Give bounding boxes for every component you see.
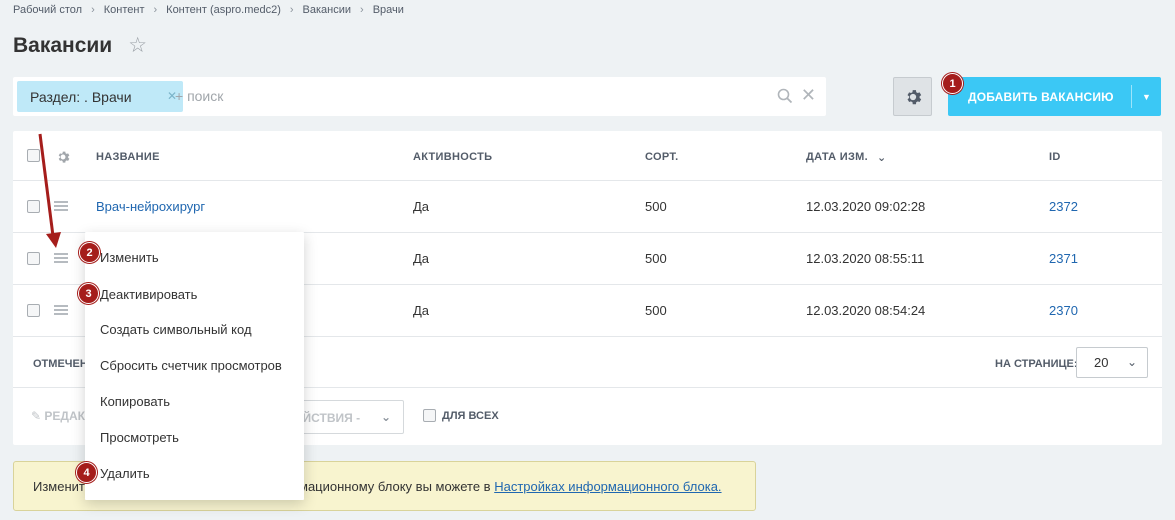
add-vacancy-label: ДОБАВИТЬ ВАКАНСИЮ — [968, 89, 1114, 104]
row-active: Да — [413, 251, 430, 266]
row-checkbox[interactable] — [27, 200, 40, 213]
annotation-badge: 4 — [76, 462, 97, 483]
row-context-menu: Изменить Деактивировать Создать символьн… — [85, 232, 304, 500]
for-all-toggle[interactable]: ДЛЯ ВСЕХ — [423, 409, 499, 422]
row-active: Да — [413, 303, 430, 318]
table-row[interactable]: Врач-нейрохирург Да 500 12.03.2020 09:02… — [13, 181, 1162, 233]
for-all-label: ДЛЯ ВСЕХ — [442, 409, 499, 422]
dropdown-arrow-icon[interactable]: ▼ — [1132, 92, 1161, 102]
row-sort: 500 — [645, 251, 667, 266]
row-date: 12.03.2020 08:54:24 — [806, 303, 926, 318]
chevron-down-icon[interactable]: ⌄ — [877, 151, 887, 164]
row-sort: 500 — [645, 199, 667, 214]
row-menu-icon[interactable] — [54, 201, 68, 211]
breadcrumb-item[interactable]: Контент — [104, 4, 145, 16]
for-all-checkbox[interactable] — [423, 409, 436, 422]
annotation-badge: 1 — [942, 73, 963, 94]
row-date: 12.03.2020 08:55:11 — [806, 251, 925, 266]
column-header-name[interactable]: НАЗВАНИЕ — [96, 151, 160, 163]
menu-item-view[interactable]: Просмотреть — [100, 430, 179, 445]
star-icon[interactable]: ☆ — [128, 33, 147, 58]
column-header-id[interactable]: ID — [1049, 151, 1061, 163]
marked-count-label: ОТМЕЧЕН — [33, 358, 88, 370]
breadcrumb-separator-icon: › — [289, 4, 294, 16]
menu-item-create-code[interactable]: Создать символьный код — [100, 322, 252, 337]
edit-label: РЕДАК — [44, 409, 85, 423]
breadcrumb-separator-icon: › — [91, 4, 95, 16]
annotation-badge: 3 — [78, 283, 99, 304]
row-active: Да — [413, 199, 430, 214]
column-header-active[interactable]: АКТИВНОСТЬ — [413, 151, 492, 163]
per-page-label: НА СТРАНИЦЕ: — [995, 358, 1078, 370]
row-sort: 500 — [645, 303, 667, 318]
row-name-link[interactable]: Врач-нейрохирург — [96, 199, 205, 214]
menu-item-reset-views[interactable]: Сбросить счетчик просмотров — [100, 358, 282, 373]
breadcrumb: Рабочий стол › Контент › Контент (aspro.… — [13, 4, 404, 16]
row-menu-icon[interactable] — [54, 305, 68, 315]
row-date: 12.03.2020 09:02:28 — [806, 199, 926, 214]
breadcrumb-separator-icon: › — [153, 4, 158, 16]
settings-button[interactable] — [893, 77, 932, 116]
search-input[interactable] — [175, 85, 735, 107]
page-title: Вакансии — [13, 33, 113, 57]
menu-item-delete[interactable]: Удалить — [100, 466, 150, 481]
table-header: НАЗВАНИЕ АКТИВНОСТЬ СОРТ. ДАТА ИЗМ. ⌄ ID — [13, 131, 1162, 181]
row-id-link[interactable]: 2372 — [1049, 199, 1078, 214]
breadcrumb-item[interactable]: Вакансии — [303, 4, 352, 16]
filter-tag-label: Раздел: . Врачи — [30, 88, 132, 105]
add-vacancy-button[interactable]: ДОБАВИТЬ ВАКАНСИЮ ▼ — [948, 77, 1161, 116]
gear-icon — [907, 89, 921, 104]
notice-text: Изменит — [33, 479, 85, 494]
notice-text-continued: мационному блоку вы можете в Настройках … — [299, 479, 722, 494]
breadcrumb-separator-icon: › — [360, 4, 364, 16]
row-id-link[interactable]: 2371 — [1049, 251, 1078, 266]
search-icon[interactable] — [776, 87, 794, 105]
gear-icon[interactable] — [56, 150, 70, 164]
per-page-value: 20 — [1094, 355, 1109, 370]
menu-item-deactivate[interactable]: Деактивировать — [100, 287, 197, 302]
notice-text-tail: мационному блоку вы можете в — [299, 479, 495, 494]
title-row: Вакансии ☆ — [13, 33, 147, 58]
clear-icon[interactable]: ✕ — [801, 85, 816, 105]
filter-search-bar[interactable]: Раздел: . Врачи ✕ ✕ — [13, 77, 826, 116]
row-checkbox[interactable] — [27, 304, 40, 317]
column-header-sort[interactable]: СОРТ. — [645, 151, 678, 163]
menu-item-edit[interactable]: Изменить — [100, 250, 159, 265]
breadcrumb-item[interactable]: Рабочий стол — [13, 4, 82, 16]
notice-settings-link[interactable]: Настройках информационного блока. — [494, 479, 721, 494]
chevron-down-icon: ⌄ — [380, 410, 391, 424]
breadcrumb-item[interactable]: Врачи — [373, 4, 404, 16]
annotation-badge: 2 — [79, 242, 100, 263]
row-id-link[interactable]: 2370 — [1049, 303, 1078, 318]
row-checkbox[interactable] — [27, 252, 40, 265]
per-page-select[interactable]: 20 ⌄ — [1076, 347, 1148, 378]
column-header-date[interactable]: ДАТА ИЗМ. — [806, 151, 868, 163]
select-all-checkbox[interactable] — [27, 149, 40, 162]
menu-item-copy[interactable]: Копировать — [100, 394, 170, 409]
edit-button[interactable]: ✎ РЕДАК — [31, 409, 85, 423]
breadcrumb-item[interactable]: Контент (aspro.medc2) — [166, 4, 281, 16]
pencil-icon: ✎ — [31, 409, 42, 423]
row-menu-icon[interactable] — [54, 253, 68, 263]
chevron-down-icon: ⌄ — [1126, 355, 1137, 369]
filter-tag[interactable]: Раздел: . Врачи ✕ — [17, 81, 183, 112]
